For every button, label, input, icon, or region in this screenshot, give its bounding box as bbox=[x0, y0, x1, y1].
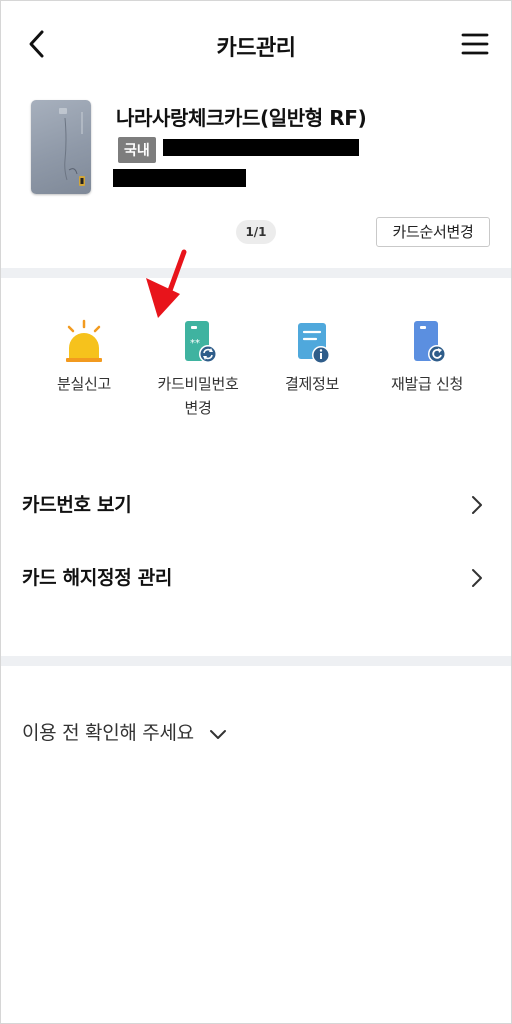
section-divider bbox=[1, 656, 511, 666]
quick-menu-label: 재발급 신청 bbox=[391, 375, 463, 393]
chevron-right-icon bbox=[472, 496, 482, 514]
notice-label: 이용 전 확인해 주세요 bbox=[22, 722, 194, 744]
quick-menu-label: 카드비밀번호 변경 bbox=[157, 375, 239, 417]
row-label: 카드 해지정정 관리 bbox=[22, 567, 173, 589]
siren-icon bbox=[66, 319, 102, 362]
redacted-card-number bbox=[163, 139, 359, 156]
chevron-right-icon bbox=[472, 569, 482, 587]
app-header: 카드관리 bbox=[0, 0, 512, 90]
redacted-card-detail bbox=[113, 169, 246, 187]
quick-menu: 분실신고 ** 카드비밀번호 변경 결제정보 재발급 신청 bbox=[0, 318, 512, 428]
page-title: 카드관리 bbox=[216, 36, 296, 61]
chevron-down-icon bbox=[209, 729, 226, 739]
row-label: 카드번호 보기 bbox=[22, 494, 132, 516]
section-divider bbox=[1, 268, 511, 278]
card-password-change-button[interactable]: ** 카드비밀번호 변경 bbox=[143, 318, 253, 420]
notice-toggle[interactable]: 이용 전 확인해 주세요 bbox=[22, 718, 227, 748]
menu-button[interactable] bbox=[460, 30, 490, 58]
card-artwork-icon bbox=[59, 108, 85, 186]
annotation-arrow-icon bbox=[146, 249, 187, 318]
card-order-change-button[interactable]: 카드순서변경 bbox=[376, 217, 490, 247]
card-cancel-manage-row[interactable]: 카드 해지정정 관리 bbox=[0, 549, 512, 605]
card-name: 나라사랑체크카드(일반형 RF) bbox=[116, 106, 367, 130]
svg-text:**: ** bbox=[190, 338, 200, 349]
card-reissue-icon bbox=[414, 321, 446, 363]
lost-report-button[interactable]: 분실신고 bbox=[29, 318, 139, 396]
card-password-change-icon: ** bbox=[185, 321, 217, 363]
quick-menu-label: 결제정보 bbox=[284, 375, 339, 393]
card-pager: 1/1 bbox=[236, 220, 276, 244]
card-image[interactable] bbox=[31, 100, 91, 194]
card-type-badge: 국내 bbox=[118, 137, 156, 163]
payment-info-icon bbox=[298, 323, 330, 364]
card-number-view-row[interactable]: 카드번호 보기 bbox=[0, 476, 512, 532]
payment-info-button[interactable]: 결제정보 bbox=[257, 318, 367, 396]
hamburger-menu-icon bbox=[461, 33, 489, 55]
card-reissue-button[interactable]: 재발급 신청 bbox=[372, 318, 482, 396]
quick-menu-label: 분실신고 bbox=[56, 375, 111, 393]
